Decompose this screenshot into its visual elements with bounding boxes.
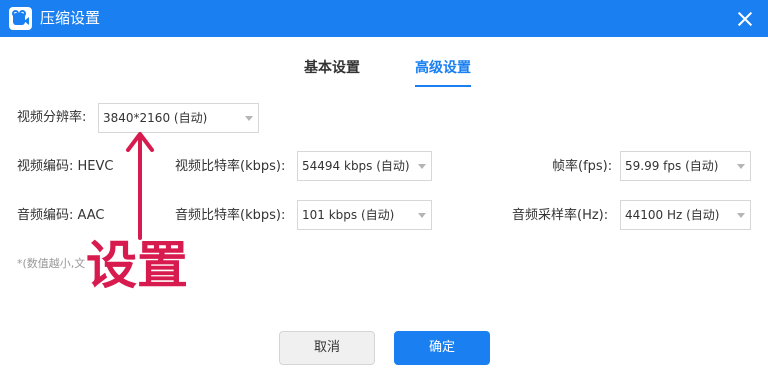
- tab-advanced-settings[interactable]: 高级设置: [415, 59, 471, 77]
- audio-codec-label: 音频编码: AAC: [17, 208, 105, 223]
- video-bitrate-label: 视频比特率(kbps):: [175, 159, 286, 174]
- framerate-select[interactable]: 59.99 fps (自动): [620, 151, 751, 181]
- video-bitrate-value: 54494 kbps (自动): [302, 159, 410, 173]
- chevron-down-icon: [245, 116, 253, 121]
- cancel-button[interactable]: 取消: [279, 331, 375, 365]
- framerate-label: 帧率(fps):: [552, 159, 613, 174]
- audio-bitrate-select[interactable]: 101 kbps (自动): [297, 200, 432, 230]
- note-text: *(数值越小,文: [17, 257, 86, 270]
- close-icon[interactable]: [734, 8, 756, 30]
- video-bitrate-select[interactable]: 54494 kbps (自动): [297, 151, 432, 181]
- tab-basic-settings[interactable]: 基本设置: [304, 59, 360, 77]
- chevron-down-icon: [418, 213, 426, 218]
- sample-rate-label: 音频采样率(Hz):: [512, 208, 609, 223]
- window-title: 压缩设置: [40, 9, 101, 27]
- title-bar: 压缩设置: [0, 0, 768, 37]
- active-tab-indicator: [415, 85, 471, 87]
- chevron-down-icon: [737, 213, 745, 218]
- framerate-value: 59.99 fps (自动): [625, 159, 719, 173]
- audio-bitrate-value: 101 kbps (自动): [302, 208, 395, 222]
- video-codec-label: 视频编码: HEVC: [17, 159, 114, 174]
- chevron-down-icon: [418, 164, 426, 169]
- sample-rate-select[interactable]: 44100 Hz (自动): [620, 200, 751, 230]
- resolution-label: 视频分辨率:: [17, 110, 87, 125]
- annotation-text: 设置: [86, 237, 189, 296]
- audio-bitrate-label: 音频比特率(kbps):: [175, 208, 286, 223]
- chevron-down-icon: [737, 164, 745, 169]
- sample-rate-value: 44100 Hz (自动): [625, 208, 720, 222]
- annotation-arrow: [126, 132, 154, 240]
- confirm-button[interactable]: 确定: [394, 331, 490, 365]
- video-camera-icon: [9, 7, 32, 30]
